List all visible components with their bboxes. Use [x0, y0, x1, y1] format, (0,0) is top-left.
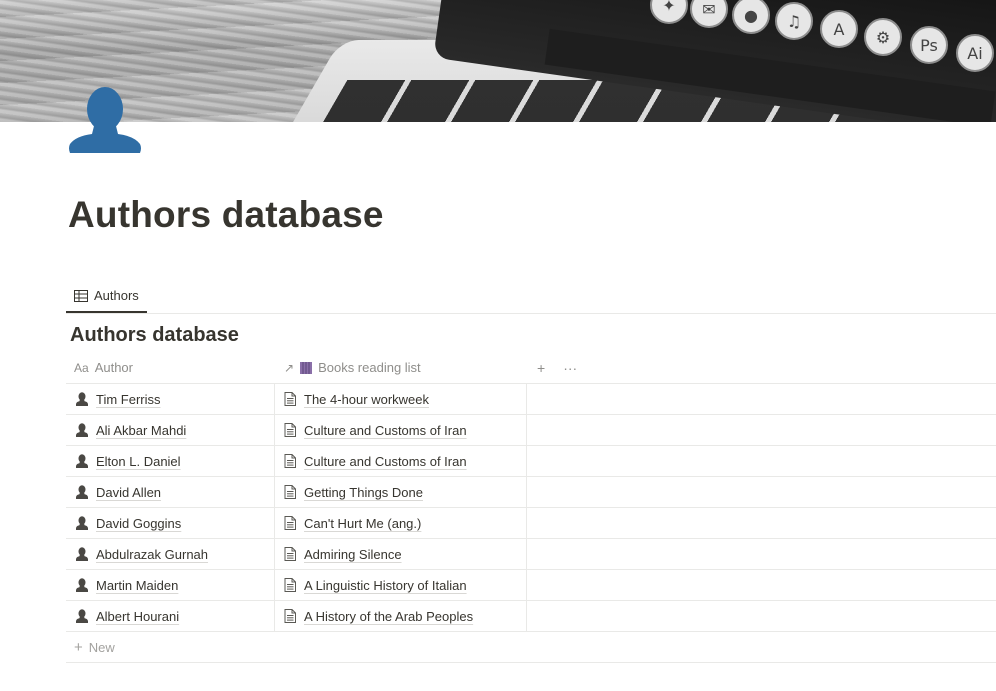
- author-name[interactable]: Albert Hourani: [96, 609, 179, 624]
- column-header-books[interactable]: ↗ Books reading list: [275, 352, 527, 383]
- table-row[interactable]: Abdulrazak Gurnah Admiring Silence: [66, 539, 996, 570]
- person-icon: [76, 516, 88, 530]
- book-link[interactable]: Can't Hurt Me (ang.): [304, 516, 421, 531]
- app-store-icon: A: [820, 10, 858, 48]
- book-link[interactable]: The 4-hour workweek: [304, 392, 429, 407]
- table-row[interactable]: David Allen Getting Things Done: [66, 477, 996, 508]
- empty-cell[interactable]: [527, 446, 996, 476]
- empty-cell[interactable]: [527, 477, 996, 507]
- database-table: Aa Author ↗ Books reading list + ··· Tim…: [66, 352, 996, 663]
- page-title[interactable]: Authors database: [68, 194, 384, 236]
- document-icon: [284, 578, 296, 592]
- author-cell[interactable]: Ali Akbar Mahdi: [66, 415, 275, 445]
- author-name[interactable]: Tim Ferriss: [96, 392, 161, 407]
- text-property-icon: Aa: [74, 360, 89, 375]
- add-column-button[interactable]: +: [537, 360, 545, 376]
- table-body: Tim Ferriss The 4-hour workweek Ali Akba…: [66, 384, 996, 632]
- book-link[interactable]: A Linguistic History of Italian: [304, 578, 467, 593]
- empty-cell[interactable]: [527, 384, 996, 414]
- author-name[interactable]: Elton L. Daniel: [96, 454, 181, 469]
- person-icon[interactable]: [68, 82, 142, 156]
- new-label: New: [88, 639, 115, 655]
- empty-cell[interactable]: [527, 601, 996, 631]
- person-icon: [76, 423, 88, 437]
- author-cell[interactable]: David Goggins: [66, 508, 275, 538]
- author-name[interactable]: Martin Maiden: [96, 578, 178, 593]
- table-row[interactable]: Martin Maiden A Linguistic History of It…: [66, 570, 996, 601]
- book-link[interactable]: Culture and Customs of Iran: [304, 454, 467, 469]
- person-icon: [76, 578, 88, 592]
- books-icon: [300, 361, 313, 374]
- author-cell[interactable]: Tim Ferriss: [66, 384, 275, 414]
- author-cell[interactable]: Martin Maiden: [66, 570, 275, 600]
- view-tabs: Authors: [66, 280, 996, 314]
- database-title[interactable]: Authors database: [70, 324, 239, 347]
- relation-arrow-icon: ↗: [284, 360, 295, 375]
- book-link[interactable]: Getting Things Done: [304, 485, 423, 500]
- book-link[interactable]: Admiring Silence: [304, 547, 402, 562]
- document-icon: [284, 454, 296, 468]
- document-icon: [284, 609, 296, 623]
- empty-cell[interactable]: [527, 570, 996, 600]
- more-options-button[interactable]: ···: [563, 360, 577, 376]
- page-cover[interactable]: ✦ ✉ ● ♫ A ⚙ Ps Ai: [0, 0, 996, 122]
- table-row[interactable]: Albert Hourani A History of the Arab Peo…: [66, 601, 996, 632]
- photoshop-icon: Ps: [910, 26, 948, 64]
- document-icon: [284, 485, 296, 499]
- table-row[interactable]: Ali Akbar Mahdi Culture and Customs of I…: [66, 415, 996, 446]
- book-cell[interactable]: A Linguistic History of Italian: [275, 570, 527, 600]
- author-cell[interactable]: Abdulrazak Gurnah: [66, 539, 275, 569]
- document-icon: [284, 423, 296, 437]
- person-icon: [76, 609, 88, 623]
- tab-authors[interactable]: Authors: [66, 280, 147, 313]
- table-header: Aa Author ↗ Books reading list + ···: [66, 352, 996, 384]
- book-link[interactable]: A History of the Arab Peoples: [304, 609, 473, 624]
- author-name[interactable]: Abdulrazak Gurnah: [96, 547, 208, 562]
- document-icon: [284, 392, 296, 406]
- column-header-author[interactable]: Aa Author: [66, 352, 275, 383]
- book-cell[interactable]: Admiring Silence: [275, 539, 527, 569]
- book-cell[interactable]: A History of the Arab Peoples: [275, 601, 527, 631]
- column-header-actions: + ···: [527, 352, 996, 383]
- author-name[interactable]: Ali Akbar Mahdi: [96, 423, 186, 438]
- book-cell[interactable]: The 4-hour workweek: [275, 384, 527, 414]
- table-row[interactable]: Elton L. Daniel Culture and Customs of I…: [66, 446, 996, 477]
- author-name[interactable]: David Allen: [96, 485, 161, 500]
- column-label: Books reading list: [318, 360, 421, 375]
- author-name[interactable]: David Goggins: [96, 516, 181, 531]
- empty-cell[interactable]: [527, 539, 996, 569]
- person-icon: [76, 454, 88, 468]
- empty-cell[interactable]: [527, 415, 996, 445]
- author-cell[interactable]: Albert Hourani: [66, 601, 275, 631]
- table-row[interactable]: David Goggins Can't Hurt Me (ang.): [66, 508, 996, 539]
- table-row[interactable]: Tim Ferriss The 4-hour workweek: [66, 384, 996, 415]
- settings-icon: ⚙: [864, 18, 902, 56]
- book-link[interactable]: Culture and Customs of Iran: [304, 423, 467, 438]
- table-icon: [74, 289, 88, 302]
- new-row-button[interactable]: + New: [66, 632, 996, 663]
- person-icon: [76, 547, 88, 561]
- person-icon: [76, 485, 88, 499]
- tab-label: Authors: [94, 288, 139, 303]
- plus-icon: +: [74, 638, 83, 656]
- person-icon: [76, 392, 88, 406]
- column-label: Author: [94, 360, 133, 375]
- music-icon: ♫: [775, 2, 813, 40]
- author-cell[interactable]: David Allen: [66, 477, 275, 507]
- book-cell[interactable]: Can't Hurt Me (ang.): [275, 508, 527, 538]
- empty-cell[interactable]: [527, 508, 996, 538]
- book-cell[interactable]: Culture and Customs of Iran: [275, 415, 527, 445]
- book-cell[interactable]: Culture and Customs of Iran: [275, 446, 527, 476]
- document-icon: [284, 547, 296, 561]
- document-icon: [284, 516, 296, 530]
- illustrator-icon: Ai: [956, 34, 994, 72]
- author-cell[interactable]: Elton L. Daniel: [66, 446, 275, 476]
- book-cell[interactable]: Getting Things Done: [275, 477, 527, 507]
